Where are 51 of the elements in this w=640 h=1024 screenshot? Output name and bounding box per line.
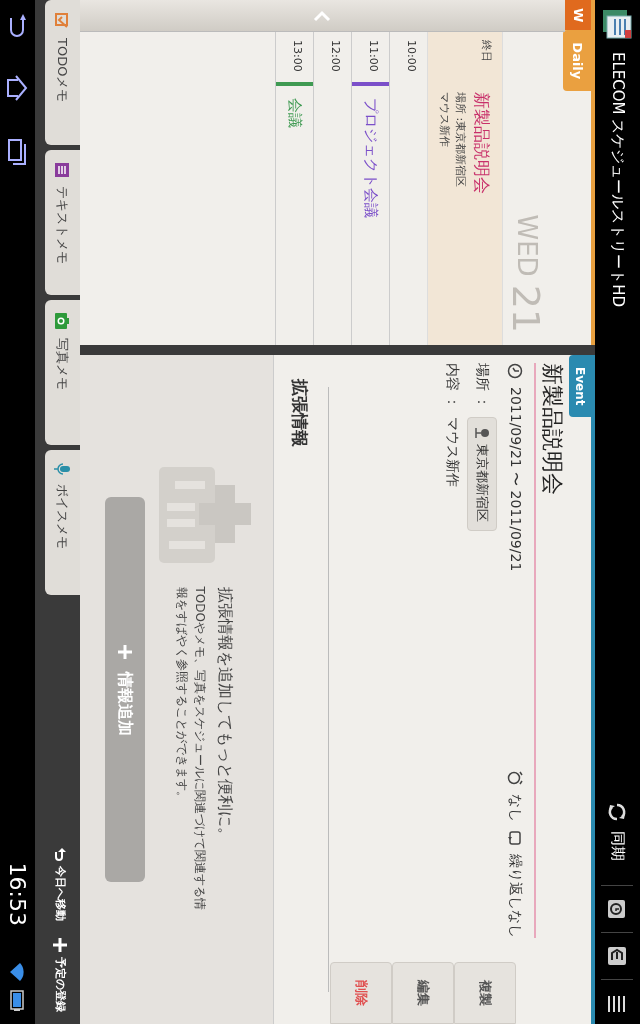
plus-icon — [117, 643, 134, 660]
back-icon[interactable] — [7, 12, 28, 38]
content-value: マウス新作 — [444, 417, 463, 488]
alarm-clock-icon — [507, 770, 524, 786]
battery-icon — [10, 990, 25, 1012]
clock-icon — [507, 363, 524, 379]
repeat-icon — [507, 830, 524, 846]
timeline-event[interactable]: プロジェクト会議 — [359, 86, 382, 218]
time-label: 13:00 — [290, 39, 305, 74]
map-pin-icon — [474, 426, 491, 441]
place-label: 場所 ： — [473, 363, 492, 410]
microphone-icon — [53, 462, 72, 476]
event-detail-title: 新製品説明会 — [539, 362, 566, 497]
section-heading: 拡張情報 — [289, 377, 311, 449]
recent-apps-icon[interactable] — [7, 138, 28, 166]
wifi-icon — [9, 962, 26, 982]
app-logo-icon — [601, 8, 634, 40]
home-icon[interactable] — [6, 74, 29, 102]
time-label: 12:00 — [328, 39, 343, 74]
event-badge: Event — [569, 355, 591, 418]
undo-arrow-icon — [52, 846, 68, 862]
event-place: 場所 :東京都新宿区 — [453, 92, 469, 190]
place-button[interactable]: 東京都新宿区 — [467, 417, 497, 532]
event-note: マウス新作 — [437, 92, 452, 149]
app-title: ELECOM スケジュールストリートHD — [607, 52, 628, 308]
event-title: 新製品説明会 — [471, 92, 493, 194]
e-logo-icon[interactable] — [606, 945, 629, 967]
text-lines-icon — [54, 162, 71, 178]
clock-time: 16:53 — [4, 862, 31, 926]
memo-tab[interactable]: ボイスメモ — [45, 450, 80, 595]
sync-button[interactable]: 同期 — [606, 789, 629, 873]
event-period: 2011/09/21 〜 2011/09/21 — [507, 387, 525, 572]
memo-tab[interactable]: テキストメモ — [45, 150, 80, 295]
alarm-value: なし — [507, 794, 525, 822]
all-day-label: 終日 — [479, 40, 494, 64]
content-label: 内容 ： — [444, 363, 463, 410]
chevron-left-icon — [313, 9, 332, 22]
all-day-card[interactable]: 終日 新製品説明会 場所 :東京都新宿区 マウス新作 — [427, 32, 503, 345]
promo-text: TODOやメモ、写真をスケジュールに関連づけて関連する情報をすばやく参照することができます。 — [174, 586, 209, 912]
promo-title: 拡張情報を追加してもっと便利に。 — [215, 586, 237, 845]
bottom-action[interactable]: 予定の登録 — [51, 937, 69, 1012]
action-button[interactable]: 複製 — [454, 962, 516, 1024]
repeat-value: 繰り返しなし — [507, 854, 525, 938]
plus-icon — [52, 937, 68, 953]
action-button[interactable]: 編集 — [392, 962, 454, 1024]
bottom-action[interactable]: 今日へ移動 — [51, 846, 69, 921]
camera-icon — [54, 312, 71, 330]
memo-tab[interactable]: TODOメモ — [45, 0, 80, 145]
time-label: 10:00 — [404, 39, 419, 74]
memo-tab[interactable]: 写真メモ — [45, 300, 80, 445]
time-label: 11:00 — [366, 39, 381, 74]
